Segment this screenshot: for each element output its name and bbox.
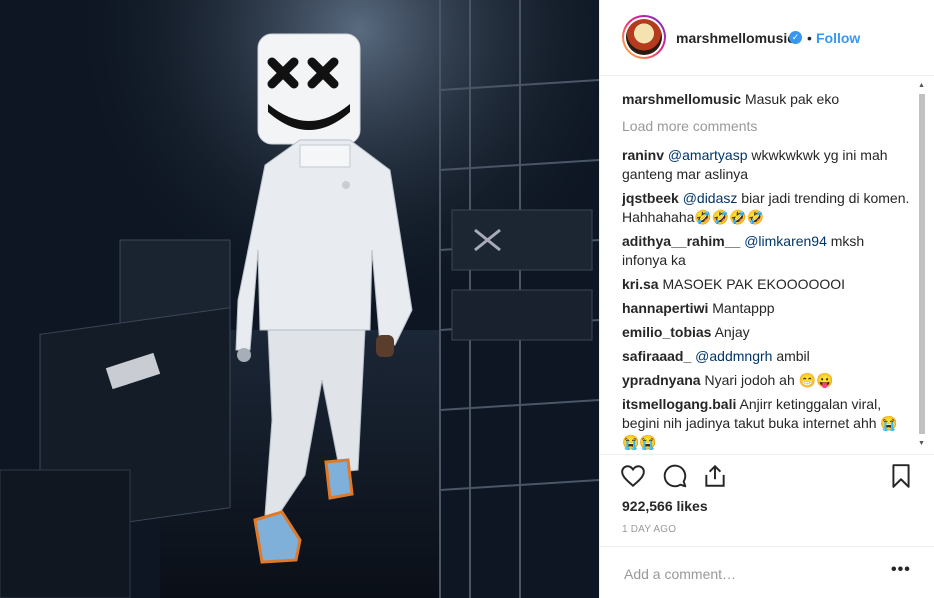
comment-username[interactable]: ypradnyana xyxy=(622,372,701,388)
post-photo[interactable] xyxy=(0,0,599,598)
comment-item: raninv @amartyasp wkwkwkwk yg ini mah ga… xyxy=(622,146,912,184)
comment-mention[interactable]: @didasz xyxy=(683,190,738,206)
comment-item: emilio_tobias Anjay xyxy=(622,323,912,342)
post-caption: marshmellomusic Masuk pak eko xyxy=(622,90,912,109)
caption-text: Masuk pak eko xyxy=(744,91,840,107)
verified-badge-icon: ✓ xyxy=(789,31,802,44)
comment-item: itsmellogang.bali Anjirr ketinggalan vir… xyxy=(622,395,912,452)
action-bar xyxy=(600,454,934,494)
load-more-comments-button[interactable]: Load more comments xyxy=(622,117,912,136)
comment-username[interactable]: hannapertiwi xyxy=(622,300,708,316)
comments-scrollbar[interactable]: ▲ ▼ xyxy=(918,80,926,452)
more-options-button[interactable]: ••• xyxy=(891,561,911,579)
comment-mention[interactable]: @amartyasp xyxy=(668,147,748,163)
comment-username[interactable]: raninv xyxy=(622,147,664,163)
avatar[interactable] xyxy=(622,15,666,59)
bookmark-icon[interactable] xyxy=(888,463,914,489)
post-header: marshmellomusic ✓ • Follow xyxy=(600,0,934,76)
comment-username[interactable]: emilio_tobias xyxy=(622,324,711,340)
header-separator: • xyxy=(807,30,812,46)
follow-button[interactable]: Follow xyxy=(816,30,860,46)
comment-text: Anjay xyxy=(711,324,750,340)
avatar-image xyxy=(626,19,662,55)
post-side-panel: marshmellomusic ✓ • Follow marshmellomus… xyxy=(599,0,934,598)
caption-username[interactable]: marshmellomusic xyxy=(622,91,741,107)
comment-username[interactable]: adithya__rahim__ xyxy=(622,233,740,249)
comment-text: Mantappp xyxy=(708,300,775,316)
comment-mention[interactable]: @limkaren94 xyxy=(744,233,827,249)
share-icon[interactable] xyxy=(702,463,728,489)
scrollbar-thumb[interactable] xyxy=(919,94,925,434)
heart-icon[interactable] xyxy=(620,463,646,489)
scroll-up-arrow-icon[interactable]: ▲ xyxy=(918,82,925,89)
likes-count[interactable]: 922,566 likes xyxy=(622,498,708,514)
comment-username[interactable]: kri.sa xyxy=(622,276,659,292)
comment-text: ambil xyxy=(772,348,810,364)
comment-item: jqstbeek @didasz biar jadi trending di k… xyxy=(622,189,912,227)
add-comment-bar: ••• xyxy=(600,546,934,598)
comment-username[interactable]: jqstbeek xyxy=(622,190,679,206)
comment-bubble-icon[interactable] xyxy=(662,463,688,489)
comment-text: MASOEK PAK EKOOOOOOI xyxy=(658,276,846,292)
comment-item: ypradnyana Nyari jodoh ah 😁😛 xyxy=(622,371,912,390)
header-username[interactable]: marshmellomusic xyxy=(676,30,795,46)
comment-item: safiraaad_ @addmngrh ambil xyxy=(622,347,912,366)
comments-list: marshmellomusic Masuk pak eko Load more … xyxy=(622,76,912,454)
avatar-ring xyxy=(624,17,664,57)
comment-text: Nyari jodoh ah 😁😛 xyxy=(700,372,834,388)
comment-username[interactable]: itsmellogang.bali xyxy=(622,396,736,412)
comment-item: hannapertiwi Mantappp xyxy=(622,299,912,318)
add-comment-input[interactable] xyxy=(622,564,876,584)
scroll-down-arrow-icon[interactable]: ▼ xyxy=(918,440,925,447)
comment-item: adithya__rahim__ @limkaren94 mksh infony… xyxy=(622,232,912,270)
comment-username[interactable]: safiraaad_ xyxy=(622,348,691,364)
comment-mention[interactable]: @addmngrh xyxy=(695,348,772,364)
comment-item: kri.sa MASOEK PAK EKOOOOOOI xyxy=(622,275,912,294)
post-timestamp[interactable]: 1 DAY AGO xyxy=(622,524,676,535)
